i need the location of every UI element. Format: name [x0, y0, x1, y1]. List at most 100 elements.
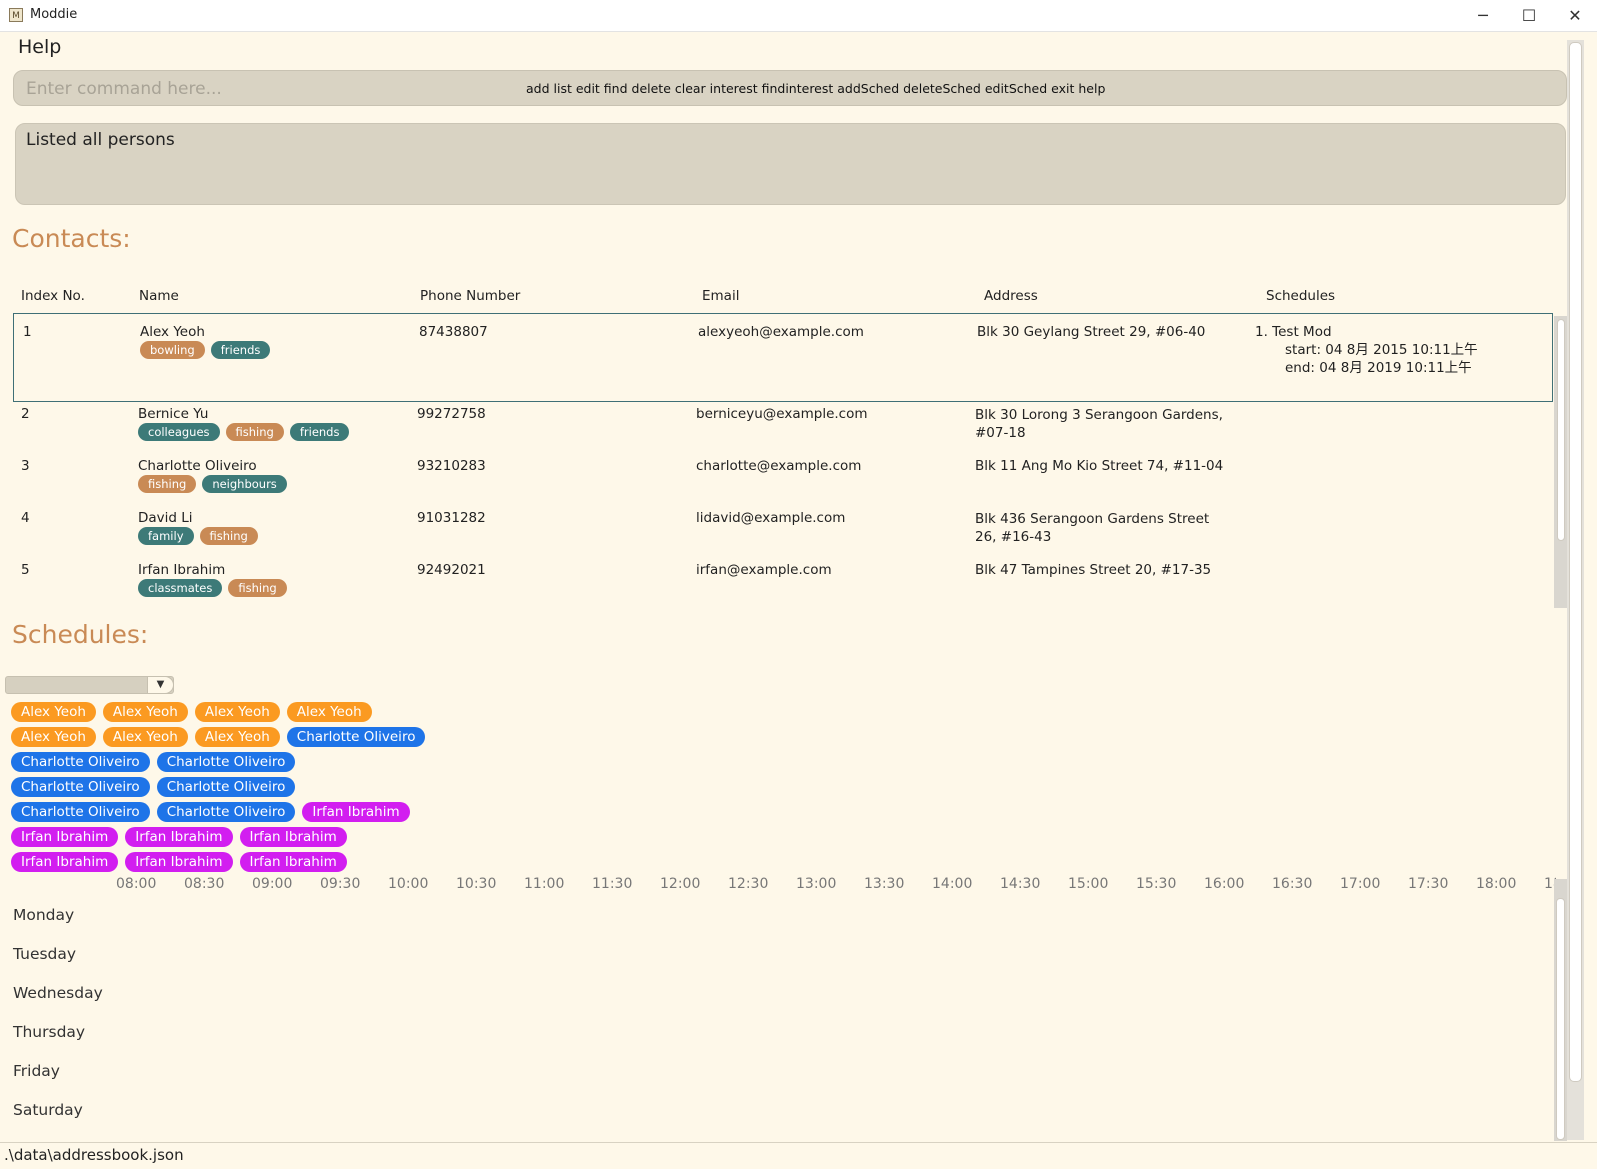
- time-label: 13:30: [864, 876, 905, 892]
- day-saturday: Saturday: [13, 1101, 83, 1119]
- tag: bowling: [140, 341, 205, 359]
- chip-row: Irfan Ibrahim Irfan Ibrahim Irfan Ibrahi…: [11, 827, 411, 847]
- header-phone: Phone Number: [420, 288, 521, 304]
- close-icon[interactable]: ✕: [1552, 0, 1597, 31]
- command-input[interactable]: [26, 78, 506, 100]
- contact-email: charlotte@example.com: [696, 458, 862, 474]
- schedule-chip[interactable]: Irfan Ibrahim: [239, 852, 347, 872]
- chip-row: Irfan Ibrahim Irfan Ibrahim Irfan Ibrahi…: [11, 852, 411, 872]
- schedule-chip[interactable]: Alex Yeoh: [11, 727, 96, 747]
- day-thursday: Thursday: [13, 1023, 86, 1041]
- schedule-chip[interactable]: Irfan Ibrahim: [239, 827, 347, 847]
- contact-name: Bernice Yu: [138, 406, 209, 422]
- schedule-chip[interactable]: Irfan Ibrahim: [11, 852, 119, 872]
- schedule-chip[interactable]: Charlotte Oliveiro: [156, 777, 296, 797]
- contact-row[interactable]: 1 Alex Yeoh bowling friends 87438807 ale…: [13, 313, 1553, 402]
- chip-row: Alex Yeoh Alex Yeoh Alex Yeoh Charlotte …: [11, 727, 426, 747]
- contacts-title: Contacts:: [12, 224, 131, 253]
- contact-schedules: 1. Test Mod start: 04 8月 2015 10:11上午 en…: [1255, 323, 1478, 377]
- contact-address: Blk 30 Geylang Street 29, #06-40: [977, 324, 1206, 340]
- tag: fishing: [228, 579, 287, 597]
- schedule-chip[interactable]: Irfan Ibrahim: [302, 802, 410, 822]
- contacts-list[interactable]: 1 Alex Yeoh bowling friends 87438807 ale…: [13, 313, 1556, 608]
- day-wednesday: Wednesday: [13, 984, 103, 1002]
- contact-phone: 93210283: [417, 458, 486, 474]
- tag: friends: [210, 341, 271, 359]
- time-label: 12:30: [728, 876, 769, 892]
- schedule-chip[interactable]: Irfan Ibrahim: [11, 827, 119, 847]
- timetable-scroll-thumb[interactable]: [1556, 898, 1565, 1140]
- maximize-icon[interactable]: ☐: [1506, 0, 1552, 31]
- time-label: 09:00: [252, 876, 293, 892]
- time-label: 10:30: [456, 876, 497, 892]
- window-scroll-thumb[interactable]: [1569, 42, 1582, 1082]
- contact-phone: 99272758: [417, 406, 486, 422]
- time-label: 15:00: [1068, 876, 1109, 892]
- minimize-icon[interactable]: ─: [1460, 0, 1506, 31]
- schedule-chip[interactable]: Charlotte Oliveiro: [11, 777, 150, 797]
- schedule-chip[interactable]: Charlotte Oliveiro: [156, 802, 296, 822]
- schedule-chip[interactable]: Irfan Ibrahim: [125, 852, 233, 872]
- contact-index: 5: [21, 562, 30, 578]
- contact-email: irfan@example.com: [696, 562, 832, 578]
- tag: colleagues: [138, 423, 220, 441]
- contact-email: berniceyu@example.com: [696, 406, 868, 422]
- schedule-chip[interactable]: Alex Yeoh: [194, 727, 280, 747]
- time-label: 11:00: [524, 876, 565, 892]
- contact-row[interactable]: 4 David Li family fishing 91031282 lidav…: [13, 506, 1556, 558]
- contact-name: David Li: [138, 510, 193, 526]
- header-index: Index No.: [21, 288, 85, 304]
- tag: fishing: [138, 475, 197, 493]
- save-location: .\data\addressbook.json: [4, 1146, 184, 1164]
- contact-tags: fishing neighbours: [138, 475, 287, 493]
- header-schedules: Schedules: [1266, 288, 1336, 304]
- time-label: 13:00: [796, 876, 837, 892]
- tag: family: [138, 527, 194, 545]
- contact-row[interactable]: 5 Irfan Ibrahim classmates fishing 92492…: [13, 558, 1556, 608]
- time-label: 08:00: [116, 876, 157, 892]
- schedule-chip[interactable]: Charlotte Oliveiro: [11, 802, 150, 822]
- time-label: 08:30: [184, 876, 225, 892]
- schedules-title: Schedules:: [12, 620, 149, 649]
- day-friday: Friday: [13, 1062, 60, 1080]
- contact-name: Irfan Ibrahim: [138, 562, 226, 578]
- time-label: 12:00: [660, 876, 701, 892]
- schedule-chip[interactable]: Alex Yeoh: [194, 702, 280, 722]
- schedule-chip[interactable]: Alex Yeoh: [286, 702, 372, 722]
- time-label: 10:00: [388, 876, 429, 892]
- contact-tags: colleagues fishing friends: [138, 423, 350, 441]
- schedule-chip[interactable]: Irfan Ibrahim: [125, 827, 233, 847]
- schedule-chip[interactable]: Charlotte Oliveiro: [286, 727, 426, 747]
- contact-address: Blk 47 Tampines Street 20, #17-35: [975, 562, 1212, 578]
- tag: neighbours: [202, 475, 287, 493]
- time-label: 15:30: [1136, 876, 1177, 892]
- command-box: add list edit find delete clear interest…: [13, 70, 1567, 106]
- contacts-scroll-thumb[interactable]: [1557, 319, 1565, 541]
- schedule-chip[interactable]: Alex Yeoh: [102, 702, 188, 722]
- schedule-chip[interactable]: Charlotte Oliveiro: [11, 752, 150, 772]
- contact-index: 1: [23, 324, 32, 340]
- contact-address: Blk 11 Ang Mo Kio Street 74, #11-04: [975, 458, 1224, 474]
- day-tuesday: Tuesday: [13, 945, 77, 963]
- schedule-chip[interactable]: Alex Yeoh: [102, 727, 188, 747]
- time-label: 11:30: [592, 876, 633, 892]
- chip-row: Charlotte Oliveiro Charlotte Oliveiro Ir…: [11, 802, 411, 822]
- contact-index: 4: [21, 510, 30, 526]
- schedule-end: end: 04 8月 2019 10:11上午: [1285, 360, 1472, 376]
- header-email: Email: [702, 288, 740, 304]
- schedule-chip[interactable]: Charlotte Oliveiro: [156, 752, 296, 772]
- status-bar: .\data\addressbook.json: [0, 1142, 1597, 1169]
- contact-row[interactable]: 2 Bernice Yu colleagues fishing friends …: [13, 402, 1556, 454]
- schedule-chips: Alex Yeoh Alex Yeoh Alex Yeoh Alex Yeoh …: [11, 702, 426, 877]
- contact-index: 3: [21, 458, 30, 474]
- chip-row: Charlotte Oliveiro Charlotte Oliveiro: [11, 777, 411, 797]
- header-address: Address: [984, 288, 1038, 304]
- schedule-chip[interactable]: Alex Yeoh: [11, 702, 96, 722]
- time-label: 16:00: [1204, 876, 1245, 892]
- menu-help[interactable]: Help: [18, 36, 61, 58]
- time-label: 18:00: [1476, 876, 1517, 892]
- contact-email: lidavid@example.com: [696, 510, 846, 526]
- contact-row[interactable]: 3 Charlotte Oliveiro fishing neighbours …: [13, 454, 1556, 506]
- tag: friends: [289, 423, 350, 441]
- chevron-down-icon[interactable]: ▼: [147, 676, 174, 694]
